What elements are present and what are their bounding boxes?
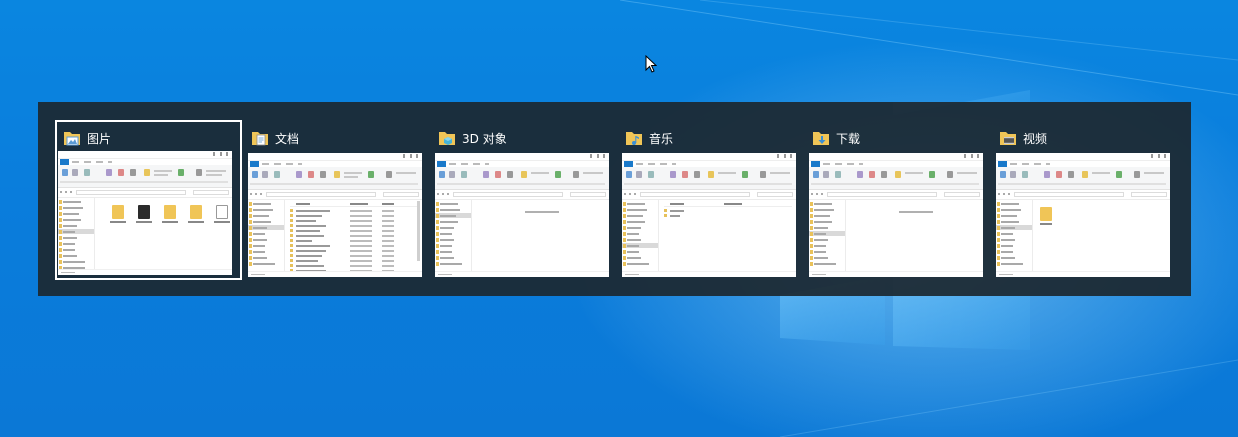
window-thumbnail-videos[interactable]: 视频 xyxy=(991,120,1178,280)
window-title: 音乐 xyxy=(625,128,673,148)
window-title: 图片 xyxy=(63,128,111,148)
window-title: 视频 xyxy=(999,128,1047,148)
music-folder-icon xyxy=(626,132,642,145)
videos-folder-icon xyxy=(1000,132,1016,145)
window-title-text: 3D 对象 xyxy=(462,131,507,146)
desktop: 图片 文档 3D 对象 音乐 下载 视频 xyxy=(0,0,1238,437)
window-preview xyxy=(809,153,983,277)
window-title-text: 下载 xyxy=(836,131,861,146)
window-preview xyxy=(58,151,232,275)
window-thumbnail-pictures[interactable]: 图片 xyxy=(55,120,242,280)
window-title-text: 视频 xyxy=(1023,131,1048,146)
downloads-folder-icon xyxy=(813,132,829,145)
window-thumbnail-documents[interactable]: 文档 xyxy=(243,120,430,280)
window-thumbnail-music[interactable]: 音乐 xyxy=(617,120,804,280)
mouse-cursor-icon xyxy=(645,55,657,73)
window-title-text: 音乐 xyxy=(649,131,674,146)
3d-objects-folder-icon xyxy=(439,132,455,145)
pictures-folder-icon xyxy=(64,132,80,146)
window-title-text: 文档 xyxy=(275,131,300,146)
documents-folder-icon xyxy=(252,132,268,146)
window-title-text: 图片 xyxy=(87,131,112,146)
window-preview xyxy=(996,153,1170,277)
window-preview xyxy=(622,153,796,277)
window-thumbnail-3d-objects[interactable]: 3D 对象 xyxy=(430,120,617,280)
window-title: 下载 xyxy=(812,128,860,148)
window-title: 文档 xyxy=(251,128,299,148)
window-thumbnail-downloads[interactable]: 下载 xyxy=(804,120,991,280)
alt-tab-window-switcher: 图片 文档 3D 对象 音乐 下载 视频 xyxy=(38,102,1191,296)
window-title: 3D 对象 xyxy=(438,128,507,148)
window-preview xyxy=(435,153,609,277)
window-preview xyxy=(248,153,422,277)
